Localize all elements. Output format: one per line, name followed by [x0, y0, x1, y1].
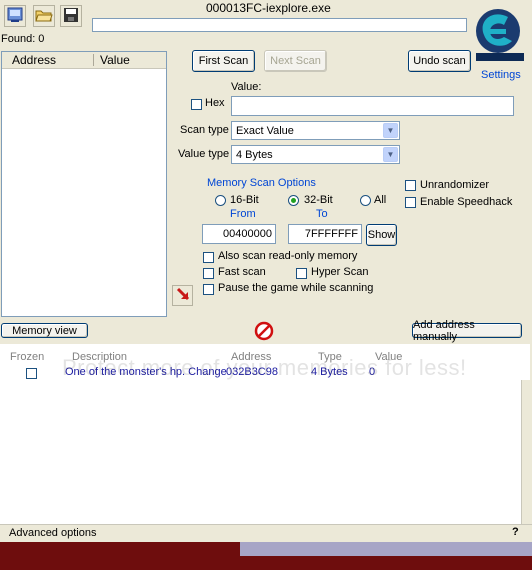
scan-type-select[interactable]: Exact Value ▼ [231, 121, 400, 140]
col-frozen[interactable]: Frozen [10, 351, 44, 363]
results-header: Address Value [2, 52, 166, 69]
speedhack-label: Enable Speedhack [420, 196, 513, 208]
table-scrollbar[interactable] [521, 380, 531, 524]
process-select-button[interactable] [4, 5, 26, 27]
label-32bit: 32-Bit [304, 194, 333, 206]
value-label: Value: [231, 81, 262, 93]
label-all: All [374, 194, 387, 206]
no-entry-icon [254, 321, 274, 344]
add-address-manually-button[interactable]: Add address manually [412, 319, 522, 343]
radio-all[interactable] [360, 195, 371, 206]
footer-bar: Advanced options ? [0, 524, 532, 543]
from-label: From [230, 208, 256, 220]
save-button[interactable] [60, 5, 82, 27]
speedhack-checkbox[interactable] [405, 197, 416, 208]
fast-scan-label: Fast scan [218, 266, 266, 278]
radio-32bit[interactable] [288, 195, 299, 206]
value-type-label: Value type [178, 148, 230, 160]
next-scan-button[interactable]: Next Scan [264, 50, 327, 72]
unrandomizer-checkbox[interactable] [405, 180, 416, 191]
scan-type-value: Exact Value [236, 125, 294, 137]
results-list[interactable]: Address Value [1, 51, 167, 317]
hyper-scan-checkbox[interactable] [296, 268, 307, 279]
label-16bit: 16-Bit [230, 194, 259, 206]
value-type-select[interactable]: 4 Bytes ▼ [231, 145, 400, 164]
chevron-down-icon[interactable]: ▼ [383, 123, 398, 138]
readonly-checkbox[interactable] [203, 252, 214, 263]
process-title: 000013FC-iexplore.exe [206, 1, 331, 15]
from-address-input[interactable]: 00400000 [202, 224, 276, 244]
radio-16bit[interactable] [215, 195, 226, 206]
memory-view-button[interactable]: Memory view [1, 323, 88, 338]
col-address[interactable]: Address [12, 53, 56, 67]
readonly-label: Also scan read-only memory [218, 250, 358, 262]
chevron-down-icon[interactable]: ▼ [383, 147, 398, 162]
hex-checkbox[interactable] [191, 99, 202, 110]
advanced-options-link[interactable]: Advanced options [9, 527, 96, 539]
pause-checkbox[interactable] [203, 284, 214, 295]
scan-type-label: Scan type [180, 124, 229, 136]
memory-scan-options-title: Memory Scan Options [207, 177, 316, 189]
open-folder-icon [35, 7, 53, 26]
save-disk-icon [63, 7, 79, 26]
clear-list-button[interactable] [254, 321, 274, 341]
help-link[interactable]: ? [512, 526, 519, 538]
value-input[interactable] [231, 96, 514, 116]
settings-link[interactable]: Settings [481, 69, 521, 81]
arrow-down-right-icon [176, 287, 190, 304]
value-type-value: 4 Bytes [236, 149, 273, 161]
found-count: Found: 0 [1, 33, 45, 45]
scan-progress-bar [92, 18, 467, 32]
show-button[interactable]: Show [366, 224, 397, 246]
to-label: To [316, 208, 328, 220]
hex-label: Hex [205, 97, 225, 109]
cheat-engine-logo[interactable] [472, 3, 528, 63]
to-address-input[interactable]: 7FFFFFFF [288, 224, 362, 244]
process-select-icon [7, 7, 23, 26]
watermark-text: Protect more of your memories for less! [62, 355, 467, 380]
pause-label: Pause the game while scanning [218, 282, 374, 294]
unrandomizer-label: Unrandomizer [420, 179, 490, 191]
open-button[interactable] [33, 5, 55, 27]
taskbar-strip-light [240, 542, 532, 556]
fast-scan-checkbox[interactable] [203, 268, 214, 279]
add-selected-to-list-button[interactable] [172, 285, 193, 306]
hyper-scan-label: Hyper Scan [311, 266, 369, 278]
first-scan-button[interactable]: First Scan [192, 50, 255, 72]
col-value[interactable]: Value [100, 53, 130, 67]
frozen-checkbox[interactable] [26, 368, 37, 379]
undo-scan-button[interactable]: Undo scan [408, 50, 471, 72]
